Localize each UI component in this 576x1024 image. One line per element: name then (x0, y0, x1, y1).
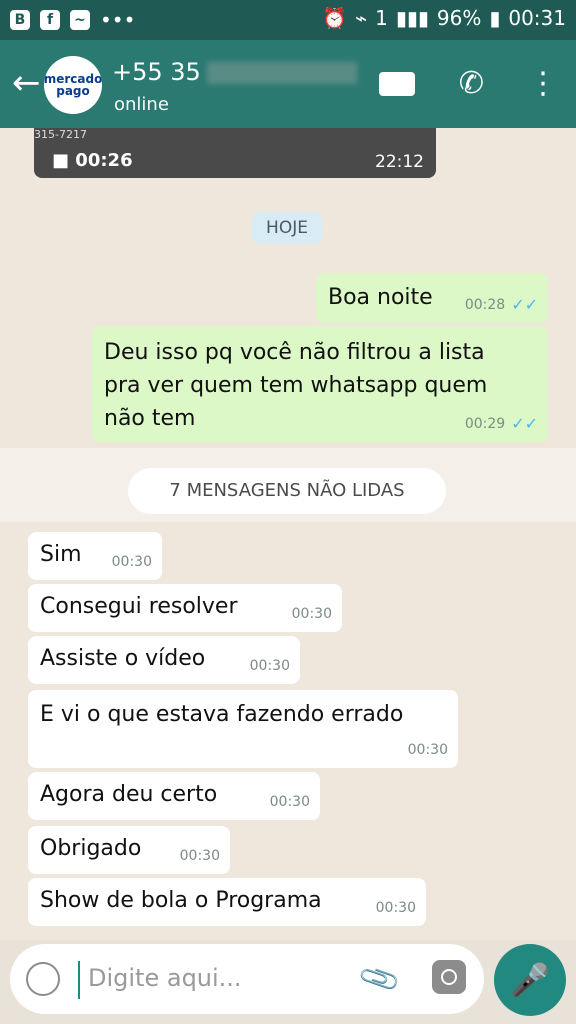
blurred-number (206, 62, 357, 84)
message-in[interactable]: Obrigado 00:30 (28, 826, 230, 874)
battery-icon: ▮ (489, 6, 501, 30)
message-time: 00:30 (375, 900, 416, 916)
more-dots-icon: ••• (100, 8, 136, 32)
contact-status: online (114, 94, 169, 115)
message-text: Sim (40, 542, 82, 567)
message-in[interactable]: Agora deu certo 00:30 (28, 772, 320, 820)
message-in[interactable]: Sim 00:30 (28, 532, 162, 580)
chat-header: ← mercado pago +55 35 online ✆ ⋮ (0, 40, 576, 128)
message-text: Agora deu certo (40, 782, 218, 807)
message-time: 00:30 (407, 742, 448, 758)
video-call-icon[interactable] (378, 71, 415, 96)
battery-percent: 96% (436, 6, 482, 30)
video-duration: ■ 00:26 (52, 150, 133, 171)
mic-button[interactable]: 🎤 (494, 944, 566, 1016)
contact-name[interactable]: +55 35 (112, 58, 357, 86)
b-icon: B (10, 10, 30, 30)
message-in[interactable]: E vi o que estava fazendo errado 00:30 (28, 690, 458, 768)
status-right: ⏰ ⌁ 1 ▮▮▮ 96% ▮ 00:31 (322, 6, 566, 30)
message-time: 00:30 (291, 606, 332, 622)
sim-icon: 1 (375, 6, 388, 30)
message-time: 00:30 (269, 794, 310, 810)
message-out[interactable]: Deu isso pq você não filtrou a lista pra… (92, 326, 548, 442)
menu-icon[interactable]: ⋮ (528, 66, 558, 101)
camera-icon[interactable] (432, 960, 466, 994)
clock: 00:31 (508, 6, 566, 30)
message-time: 00:30 (249, 658, 290, 674)
message-in[interactable]: Consegui resolver 00:30 (28, 584, 342, 632)
chat-area[interactable]: 315-7217 ■ 00:26 22:12 HOJE Boa noite 00… (0, 128, 576, 940)
read-receipt-icon: ✓✓ (511, 414, 538, 433)
message-time: 00:30 (179, 848, 220, 864)
message-in[interactable]: Show de bola o Programa 00:30 (28, 878, 426, 926)
signal-icon: ▮▮▮ (395, 6, 429, 30)
voice-call-icon[interactable]: ✆ (459, 66, 484, 101)
video-camera-icon: ■ (52, 150, 70, 171)
message-time: 00:28 (464, 296, 506, 313)
video-frame-number: 315-7217 (34, 128, 87, 141)
message-text: Consegui resolver (40, 594, 238, 619)
status-bar: B f ~ ••• ⏰ ⌁ 1 ▮▮▮ 96% ▮ 00:31 (0, 0, 576, 40)
messenger-icon: ~ (70, 10, 90, 30)
text-cursor (78, 961, 80, 999)
unread-label: 7 MENSAGENS NÃO LIDAS (128, 468, 446, 514)
alarm-icon: ⏰ (322, 6, 348, 30)
attach-icon[interactable]: 📎 (356, 955, 403, 1001)
message-out[interactable]: Boa noite 00:28 ✓✓ (316, 273, 548, 323)
message-text: E vi o que estava fazendo errado (40, 702, 404, 727)
message-composer[interactable]: Digite aqui... 📎 (10, 944, 484, 1014)
message-in[interactable]: Assiste o vídeo 00:30 (28, 636, 300, 684)
message-text: Assiste o vídeo (40, 646, 206, 671)
message-input-placeholder[interactable]: Digite aqui... (88, 964, 242, 992)
avatar-logo-text: mercado pago (44, 72, 102, 98)
video-time: 22:12 (375, 152, 424, 172)
avatar[interactable]: mercado pago (44, 56, 102, 114)
message-meta: 00:29 ✓✓ (465, 414, 538, 433)
video-message[interactable]: 315-7217 ■ 00:26 22:12 (34, 128, 436, 178)
message-time: 00:30 (111, 554, 152, 570)
date-chip: HOJE (252, 212, 322, 244)
header-actions: ✆ ⋮ (378, 66, 558, 101)
message-meta: 00:28 ✓✓ (465, 295, 538, 314)
status-left: B f ~ ••• (10, 8, 135, 32)
wifi-icon: ⌁ (355, 6, 368, 30)
back-arrow-icon[interactable]: ← (12, 66, 41, 100)
message-text: Obrigado (40, 836, 142, 861)
emoji-icon[interactable] (26, 962, 60, 996)
message-text: Boa noite (328, 285, 433, 310)
mic-icon: 🎤 (510, 961, 550, 999)
read-receipt-icon: ✓✓ (511, 295, 538, 314)
message-time: 00:29 (464, 415, 506, 432)
facebook-icon: f (40, 10, 60, 30)
message-text: Show de bola o Programa (40, 888, 322, 913)
